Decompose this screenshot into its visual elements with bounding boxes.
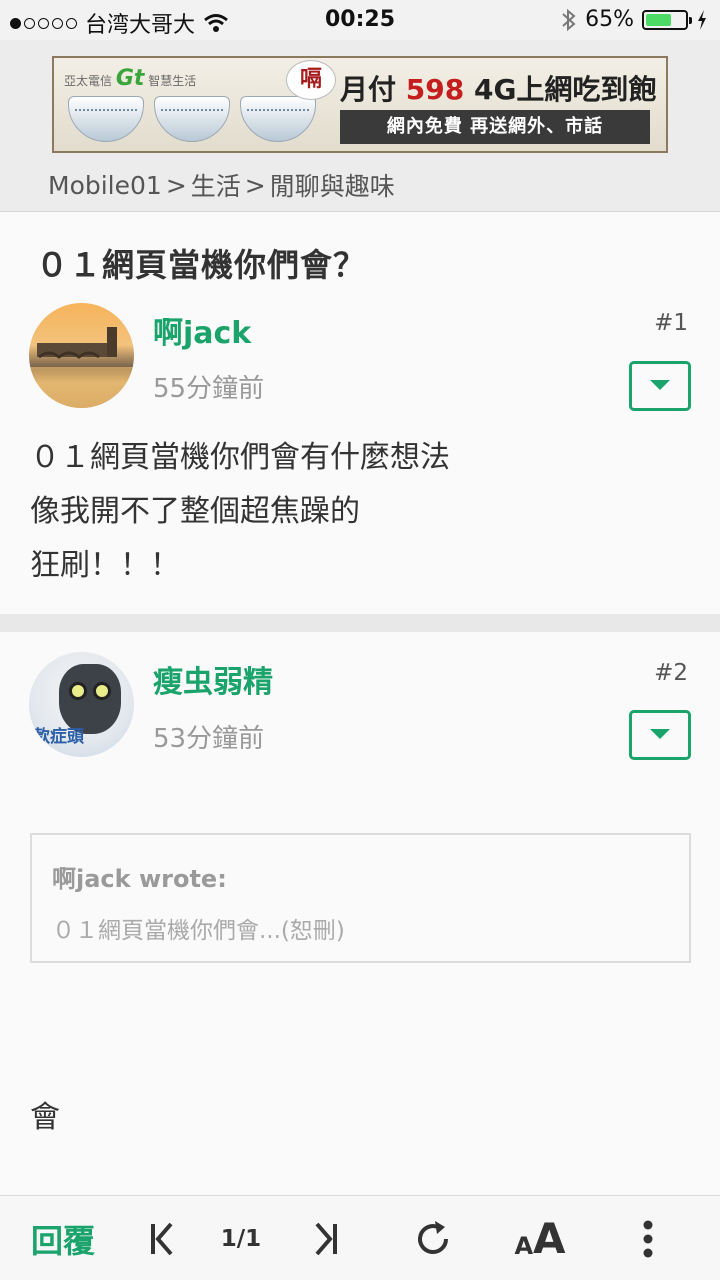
charging-icon: [698, 9, 706, 30]
quote-text: ０１網頁當機你們會...(恕刪): [52, 918, 345, 944]
breadcrumb-item-life[interactable]: 生活: [191, 167, 241, 203]
post-author[interactable]: 瘦虫弱精: [153, 657, 273, 701]
post-time: 55分鐘前: [153, 374, 265, 404]
page-indicator[interactable]: 1/1: [218, 1196, 264, 1280]
post-floor-number: #2: [654, 660, 688, 686]
post-body-line: ０１網頁當機你們會有什麼想法: [30, 440, 450, 475]
bluetooth-icon: [562, 8, 576, 31]
post-divider: [0, 614, 720, 632]
ad-brand-logo: Gt: [115, 66, 145, 91]
last-page-button[interactable]: [306, 1196, 346, 1280]
bowl-image: [68, 96, 144, 142]
bowl-image: [240, 96, 316, 142]
battery-icon: [642, 9, 692, 30]
ad-promo-text: 月付 598 4G上網吃到飽: [340, 73, 657, 106]
status-bar-right: 65%: [561, 7, 708, 32]
post-body-line: 像我開不了整個超焦躁的: [30, 494, 360, 529]
breadcrumb-separator: >: [244, 170, 266, 200]
status-bar: 台湾大哥大 00:25 65%: [0, 0, 720, 40]
refresh-icon: [418, 1220, 448, 1254]
first-page-button[interactable]: [142, 1196, 182, 1280]
avatar[interactable]: 款症頭: [29, 652, 134, 757]
thread-title: ０１網頁當機你們會？: [36, 246, 367, 284]
reply-button[interactable]: 回覆: [28, 1196, 98, 1280]
battery-fill: [646, 13, 671, 26]
quote-author: 啊jack wrote:: [52, 865, 227, 893]
breadcrumb-item-chat[interactable]: 閒聊與趣味: [270, 167, 395, 203]
post-1: 啊jack 55分鐘前 #1 ０１網頁當機你們會有什麼想法 像我開不了整個超焦躁…: [0, 300, 720, 614]
avatar-photo: [29, 327, 134, 408]
breadcrumb-separator: >: [165, 170, 187, 200]
post-author[interactable]: 啊jack: [153, 308, 251, 352]
font-big-label: A: [533, 1214, 566, 1263]
post-floor-number: #1: [654, 310, 688, 336]
post-body: ０１網頁當機你們會有什麼想法 像我開不了整個超焦躁的 狂刷！！！: [30, 431, 450, 593]
font-small-label: A: [514, 1231, 534, 1260]
post-body-line: 狂刷！！！: [30, 548, 180, 583]
bowl-image: [154, 96, 230, 142]
bottom-toolbar: 回覆 1/1 A A: [0, 1195, 720, 1280]
breadcrumb: Mobile01 > 生活 > 閒聊與趣味: [48, 167, 395, 203]
more-icon: [643, 1220, 653, 1257]
first-page-icon: [151, 1222, 173, 1255]
font-size-button[interactable]: A A: [508, 1196, 572, 1280]
ad-speech-bubble: 嗝: [286, 60, 336, 100]
quote-block: 啊jack wrote: ０１網頁當機你們會...(恕刪): [30, 833, 691, 963]
last-page-icon: [315, 1222, 337, 1255]
post-menu-button[interactable]: [629, 710, 691, 760]
ad-banner[interactable]: 亞太電信 Gt 智慧生活 嗝 月付 598 4G上網吃到飽 網內免費 再送網外、…: [52, 56, 668, 153]
ad-brand: 亞太電信 Gt 智慧生活: [64, 66, 197, 91]
battery-percent: 65%: [585, 7, 634, 32]
avatar-caption: 款症頭: [33, 727, 84, 747]
post-body: 會: [30, 1100, 60, 1135]
breadcrumb-item-mobile01[interactable]: Mobile01: [48, 171, 162, 200]
ad-sub-text: 網內免費 再送網外、市話: [340, 110, 650, 144]
refresh-button[interactable]: [408, 1196, 458, 1280]
avatar[interactable]: [29, 303, 134, 408]
post-menu-button[interactable]: [629, 361, 691, 411]
post-time: 53分鐘前: [153, 724, 265, 754]
more-button[interactable]: [630, 1196, 666, 1280]
header: 亞太電信 Gt 智慧生活 嗝 月付 598 4G上網吃到飽 網內免費 再送網外、…: [0, 40, 720, 212]
